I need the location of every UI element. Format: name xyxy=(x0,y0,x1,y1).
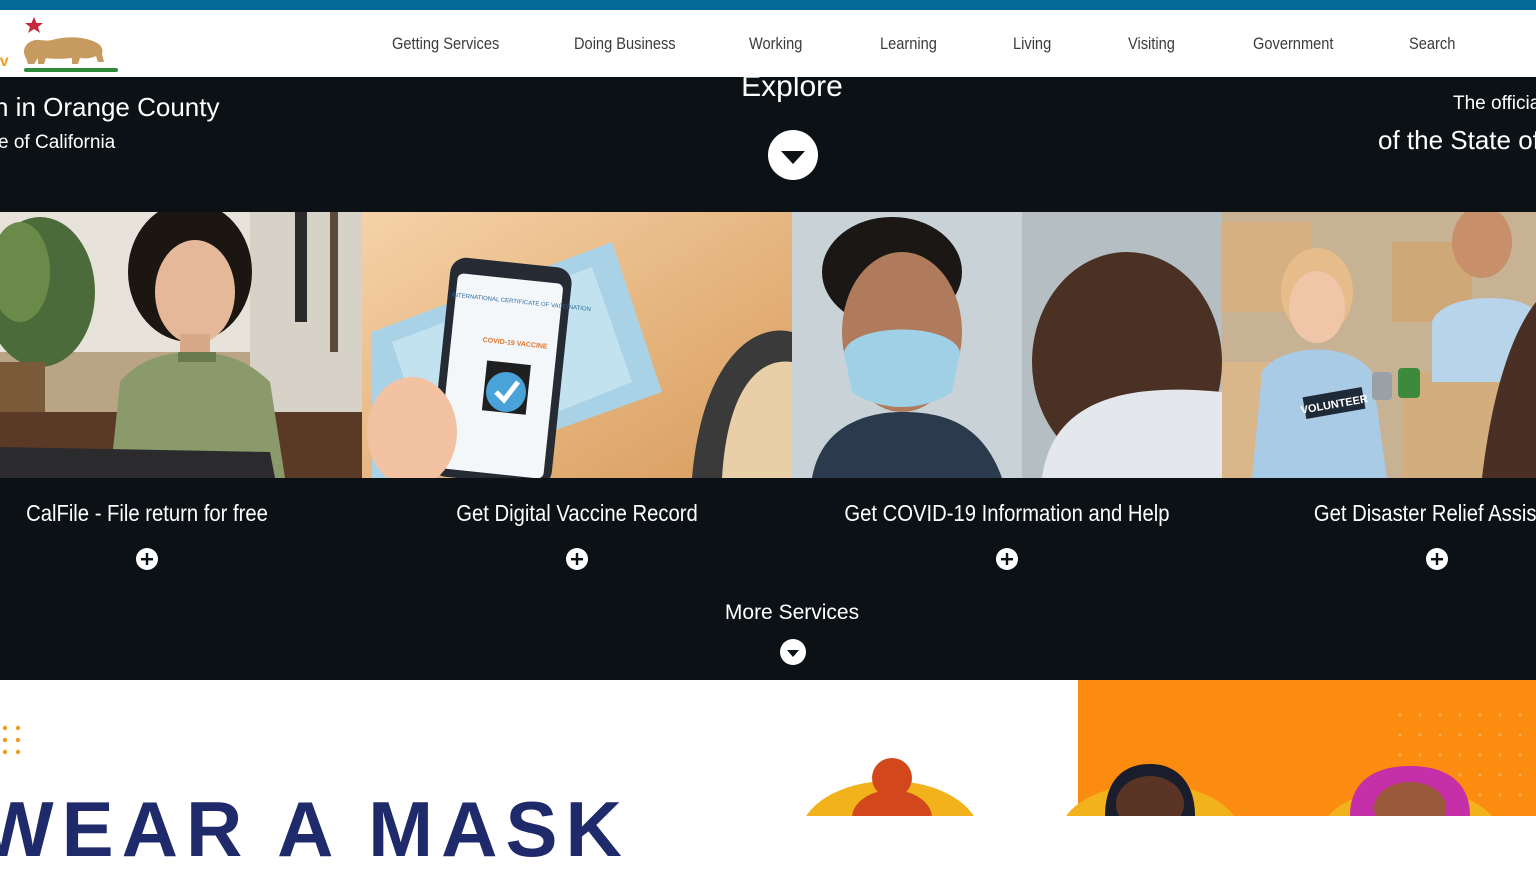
masked-healthcare-worker-photo xyxy=(792,212,1222,478)
site-header: ov Getting Services Doing Business Worki… xyxy=(0,10,1536,77)
plus-circle-icon xyxy=(1001,553,1013,565)
hero-left-tagline: h in Orange County xyxy=(0,92,220,122)
explore-toggle-button[interactable] xyxy=(768,130,818,180)
top-utility-strip xyxy=(0,0,1536,10)
card-title-vaccine-record[interactable]: Get Digital Vaccine Record xyxy=(414,500,740,526)
svg-text:ov: ov xyxy=(0,53,9,70)
card-title-covid-info[interactable]: Get COVID-19 Information and Help xyxy=(844,500,1170,526)
nav-government[interactable]: Government xyxy=(1253,34,1333,54)
nav-doing-business[interactable]: Doing Business xyxy=(574,34,676,54)
nav-visiting[interactable]: Visiting xyxy=(1128,34,1175,54)
card-title-disaster-relief[interactable]: Get Disaster Relief Assistar xyxy=(1274,500,1536,526)
plus-circle-icon xyxy=(1431,553,1443,565)
card-title-calfile[interactable]: CalFile - File return for free xyxy=(18,500,277,526)
card-image-covid-info[interactable] xyxy=(792,212,1222,478)
caret-down-circle-icon xyxy=(787,650,799,657)
dot-grid-decoration xyxy=(2,725,21,755)
person-illustration xyxy=(1066,764,1234,816)
caret-down-circle-icon xyxy=(781,151,805,164)
expand-disaster-relief-button[interactable] xyxy=(1426,548,1448,570)
plus-circle-icon xyxy=(571,553,583,565)
nav-learning[interactable]: Learning xyxy=(880,34,937,54)
plus-circle-icon xyxy=(141,553,153,565)
expand-covid-info-button[interactable] xyxy=(996,548,1018,570)
hero-right-subtagline: of the State of ( xyxy=(1378,125,1536,155)
nav-getting-services[interactable]: Getting Services xyxy=(392,34,499,54)
person-illustration xyxy=(806,758,974,816)
more-services-link[interactable]: More Services xyxy=(692,601,892,625)
phone-vaccine-record-photo: INTERNATIONAL CERTIFICATE OF VACCINATION… xyxy=(362,212,792,478)
nav-living[interactable]: Living xyxy=(1013,34,1051,54)
more-services-toggle-button[interactable] xyxy=(780,639,806,665)
volunteers-food-drive-photo: VOLUNTEER xyxy=(1222,212,1536,478)
nav-working[interactable]: Working xyxy=(749,34,802,54)
hero-left-subtagline: e of California xyxy=(0,132,116,153)
card-image-vaccine-record[interactable]: INTERNATIONAL CERTIFICATE OF VACCINATION… xyxy=(362,212,792,478)
nav-search[interactable]: Search xyxy=(1409,34,1455,54)
expand-vaccine-record-button[interactable] xyxy=(566,548,588,570)
expand-calfile-button[interactable] xyxy=(136,548,158,570)
ca-gov-bear-logo-icon[interactable]: ov xyxy=(0,14,122,74)
campaign-headline: WEAR A MASK xyxy=(0,785,630,873)
card-image-calfile[interactable] xyxy=(0,212,362,478)
card-image-disaster-relief[interactable]: VOLUNTEER xyxy=(1222,212,1536,478)
hero-right-tagline: The officia xyxy=(1453,93,1536,114)
woman-at-laptop-photo xyxy=(0,212,362,478)
person-illustration xyxy=(1328,766,1492,816)
